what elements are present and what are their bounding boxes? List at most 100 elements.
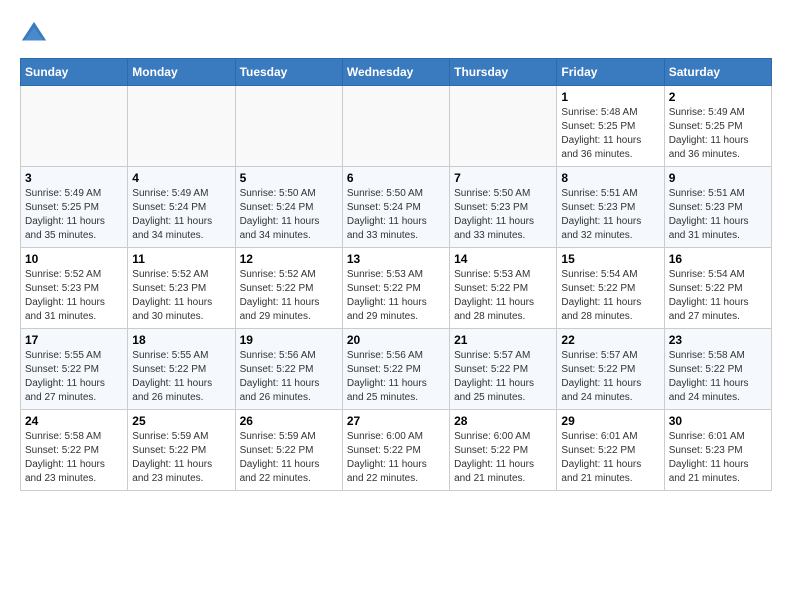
day-info: Sunrise: 5:49 AM Sunset: 5:25 PM Dayligh… [669,106,767,162]
day-number: 24 [25,414,123,428]
day-info: Sunrise: 5:59 AM Sunset: 5:22 PM Dayligh… [240,430,338,486]
day-info: Sunrise: 5:54 AM Sunset: 5:22 PM Dayligh… [669,268,767,324]
calendar-cell: 28 Sunrise: 6:00 AM Sunset: 5:22 PM Dayli… [450,410,557,491]
calendar-table: SundayMondayTuesdayWednesdayThursdayFrid… [20,58,772,491]
day-info: Sunrise: 5:52 AM Sunset: 5:23 PM Dayligh… [132,268,230,324]
day-info: Sunrise: 6:00 AM Sunset: 5:22 PM Dayligh… [347,430,445,486]
calendar-cell: 9 Sunrise: 5:51 AM Sunset: 5:23 PM Daylig… [664,167,771,248]
day-number: 10 [25,252,123,266]
day-info: Sunrise: 5:48 AM Sunset: 5:25 PM Dayligh… [561,106,659,162]
day-number: 11 [132,252,230,266]
day-number: 30 [669,414,767,428]
day-info: Sunrise: 5:50 AM Sunset: 5:24 PM Dayligh… [347,187,445,243]
weekday-header-monday: Monday [128,59,235,86]
calendar-cell: 20 Sunrise: 5:56 AM Sunset: 5:22 PM Dayli… [342,329,449,410]
calendar-cell: 16 Sunrise: 5:54 AM Sunset: 5:22 PM Dayli… [664,248,771,329]
day-info: Sunrise: 5:57 AM Sunset: 5:22 PM Dayligh… [561,349,659,405]
day-info: Sunrise: 5:50 AM Sunset: 5:24 PM Dayligh… [240,187,338,243]
calendar-cell: 21 Sunrise: 5:57 AM Sunset: 5:22 PM Dayli… [450,329,557,410]
day-info: Sunrise: 5:54 AM Sunset: 5:22 PM Dayligh… [561,268,659,324]
calendar-cell: 12Sunrise: 5:52 AM Sunset: 5:22 PM Dayli… [235,248,342,329]
day-number: 4 [132,171,230,185]
day-info: Sunrise: 5:53 AM Sunset: 5:22 PM Dayligh… [454,268,552,324]
calendar-cell [128,86,235,167]
day-info: Sunrise: 5:57 AM Sunset: 5:22 PM Dayligh… [454,349,552,405]
logo [20,20,52,48]
calendar-cell: 15Sunrise: 5:54 AM Sunset: 5:22 PM Dayli… [557,248,664,329]
day-info: Sunrise: 5:53 AM Sunset: 5:22 PM Dayligh… [347,268,445,324]
day-info: Sunrise: 6:01 AM Sunset: 5:23 PM Dayligh… [669,430,767,486]
calendar-cell: 24 Sunrise: 5:58 AM Sunset: 5:22 PM Dayli… [21,410,128,491]
day-number: 21 [454,333,552,347]
day-info: Sunrise: 5:49 AM Sunset: 5:25 PM Dayligh… [25,187,123,243]
day-number: 19 [240,333,338,347]
day-number: 28 [454,414,552,428]
calendar-week-2: 3 Sunrise: 5:49 AM Sunset: 5:25 PM Daylig… [21,167,772,248]
day-info: Sunrise: 5:51 AM Sunset: 5:23 PM Dayligh… [669,187,767,243]
day-info: Sunrise: 5:58 AM Sunset: 5:22 PM Dayligh… [25,430,123,486]
calendar-cell: 3 Sunrise: 5:49 AM Sunset: 5:25 PM Daylig… [21,167,128,248]
day-info: Sunrise: 5:56 AM Sunset: 5:22 PM Dayligh… [240,349,338,405]
calendar-cell: 5 Sunrise: 5:50 AM Sunset: 5:24 PM Daylig… [235,167,342,248]
weekday-header-friday: Friday [557,59,664,86]
calendar-cell: 17Sunrise: 5:55 AM Sunset: 5:22 PM Dayli… [21,329,128,410]
calendar-cell: 19 Sunrise: 5:56 AM Sunset: 5:22 PM Dayli… [235,329,342,410]
day-info: Sunrise: 5:51 AM Sunset: 5:23 PM Dayligh… [561,187,659,243]
calendar-cell: 14Sunrise: 5:53 AM Sunset: 5:22 PM Dayli… [450,248,557,329]
day-info: Sunrise: 6:00 AM Sunset: 5:22 PM Dayligh… [454,430,552,486]
weekday-header-tuesday: Tuesday [235,59,342,86]
calendar-week-4: 17 Sunrise: 5:55 AM Sunset: 5:22 PM Dayli… [21,329,772,410]
day-number: 2 [669,90,767,104]
day-number: 9 [669,171,767,185]
calendar-cell [342,86,449,167]
weekday-header-thursday: Thursday [450,59,557,86]
calendar-cell: 26 Sunrise: 5:59 AM Sunset: 5:22 PM Dayli… [235,410,342,491]
calendar-cell: 10Sunrise: 5:52 AM Sunset: 5:23 PM Dayli… [21,248,128,329]
calendar-week-5: 24 Sunrise: 5:58 AM Sunset: 5:22 PM Dayli… [21,410,772,491]
day-info: Sunrise: 5:55 AM Sunset: 5:22 PM Dayligh… [132,349,230,405]
day-number: 1 [561,90,659,104]
calendar-week-3: 10 Sunrise: 5:52 AM Sunset: 5:23 PM Dayli… [21,248,772,329]
calendar-cell: 22 Sunrise: 5:57 AM Sunset: 5:22 PM Dayli… [557,329,664,410]
day-number: 17 [25,333,123,347]
calendar-cell: 6Sunrise: 5:50 AM Sunset: 5:24 PM Daylig… [342,167,449,248]
calendar-cell: 4Sunrise: 5:49 AM Sunset: 5:24 PM Daylig… [128,167,235,248]
day-number: 16 [669,252,767,266]
day-number: 18 [132,333,230,347]
calendar-cell [21,86,128,167]
calendar-cell: 23Sunrise: 5:58 AM Sunset: 5:22 PM Dayli… [664,329,771,410]
calendar-week-1: 1 Sunrise: 5:48 AM Sunset: 5:25 PM Daylig… [21,86,772,167]
day-number: 7 [454,171,552,185]
day-number: 23 [669,333,767,347]
calendar-cell: 18 Sunrise: 5:55 AM Sunset: 5:22 PM Dayli… [128,329,235,410]
page-header [20,20,772,48]
calendar-cell: 29 Sunrise: 6:01 AM Sunset: 5:22 PM Dayli… [557,410,664,491]
day-number: 5 [240,171,338,185]
day-number: 29 [561,414,659,428]
calendar-cell: 2 Sunrise: 5:49 AM Sunset: 5:25 PM Daylig… [664,86,771,167]
calendar-cell [450,86,557,167]
calendar-cell: 8Sunrise: 5:51 AM Sunset: 5:23 PM Daylig… [557,167,664,248]
weekday-header-wednesday: Wednesday [342,59,449,86]
calendar-cell: 13 Sunrise: 5:53 AM Sunset: 5:22 PM Dayli… [342,248,449,329]
calendar-cell: 11 Sunrise: 5:52 AM Sunset: 5:23 PM Dayli… [128,248,235,329]
calendar-cell [235,86,342,167]
day-number: 20 [347,333,445,347]
day-number: 22 [561,333,659,347]
calendar-cell: 7 Sunrise: 5:50 AM Sunset: 5:23 PM Daylig… [450,167,557,248]
calendar-cell: 25Sunrise: 5:59 AM Sunset: 5:22 PM Dayli… [128,410,235,491]
calendar-header: SundayMondayTuesdayWednesdayThursdayFrid… [21,59,772,86]
day-number: 3 [25,171,123,185]
day-info: Sunrise: 5:56 AM Sunset: 5:22 PM Dayligh… [347,349,445,405]
weekday-header-sunday: Sunday [21,59,128,86]
day-info: Sunrise: 5:52 AM Sunset: 5:22 PM Dayligh… [240,268,338,324]
day-info: Sunrise: 6:01 AM Sunset: 5:22 PM Dayligh… [561,430,659,486]
calendar-cell: 1 Sunrise: 5:48 AM Sunset: 5:25 PM Daylig… [557,86,664,167]
day-number: 13 [347,252,445,266]
day-info: Sunrise: 5:50 AM Sunset: 5:23 PM Dayligh… [454,187,552,243]
weekday-header-saturday: Saturday [664,59,771,86]
day-number: 27 [347,414,445,428]
day-number: 26 [240,414,338,428]
calendar-cell: 27 Sunrise: 6:00 AM Sunset: 5:22 PM Dayli… [342,410,449,491]
logo-icon [20,20,48,48]
